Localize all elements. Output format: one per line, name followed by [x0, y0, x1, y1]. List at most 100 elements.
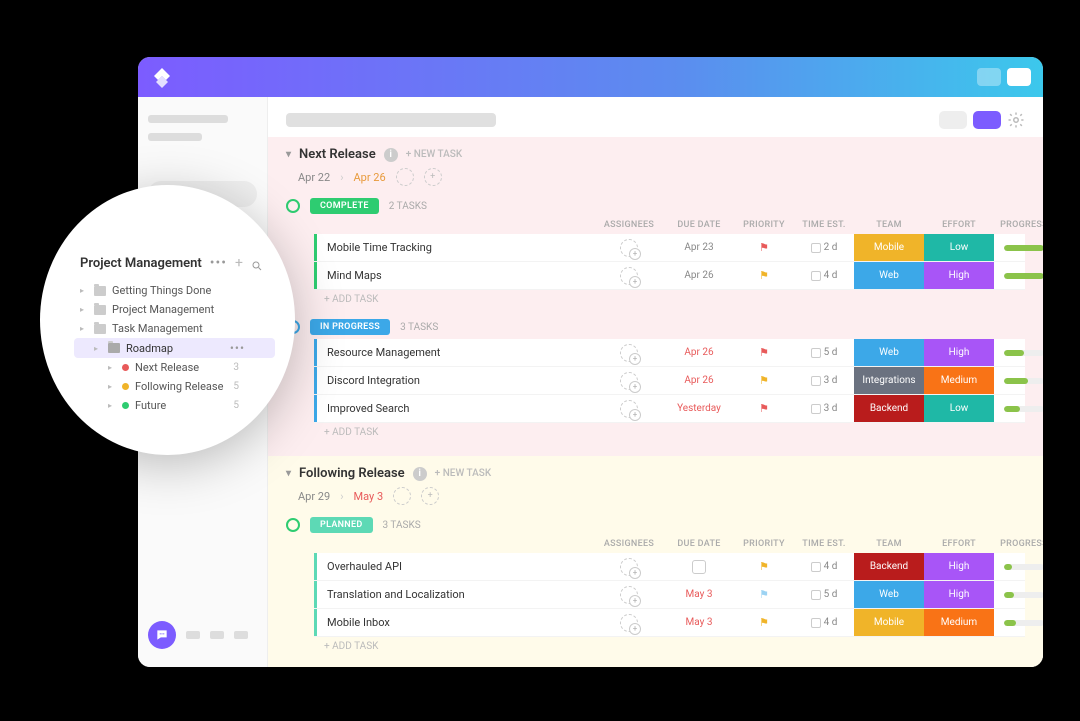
tag-add-icon[interactable]: + [421, 487, 439, 505]
team-tag[interactable]: Web [854, 339, 924, 366]
task-row[interactable]: Discord Integration Apr 26 ⚑ 3 d Integra… [314, 367, 1025, 395]
time-estimate: 5 d [811, 347, 838, 358]
assignee-icon[interactable] [620, 558, 638, 576]
chat-bubble-icon[interactable] [148, 621, 176, 649]
chevron-down-icon[interactable]: ▾ [286, 149, 291, 160]
effort-tag[interactable]: High [924, 553, 994, 580]
window-control[interactable] [977, 68, 1001, 86]
task-count: 3 TASKS [383, 520, 421, 531]
section-next: ▾ Next Release i + NEW TASKApr 22 › Apr … [268, 137, 1043, 456]
effort-tag[interactable]: Low [924, 395, 994, 422]
hourglass-icon [811, 618, 821, 628]
search-icon[interactable] [251, 257, 263, 269]
new-task-button[interactable]: + NEW TASK [435, 468, 491, 479]
status-pill[interactable]: COMPLETE [310, 198, 379, 214]
task-name: Translation and Localization [314, 581, 594, 608]
status-pill[interactable]: IN PROGRESS [310, 319, 390, 335]
task-row[interactable]: Mobile Time Tracking Apr 23 ⚑ 2 d Mobile… [314, 234, 1025, 262]
tree-item[interactable]: ▸Task Management [80, 319, 275, 338]
team-tag[interactable]: Mobile [854, 234, 924, 261]
chevron-right-icon: ▸ [108, 382, 116, 391]
view-toggle-active[interactable] [973, 111, 1001, 129]
priority-flag-icon[interactable]: ⚑ [759, 616, 769, 629]
priority-flag-icon[interactable]: ⚑ [759, 269, 769, 282]
priority-flag-icon[interactable]: ⚑ [759, 402, 769, 415]
time-estimate: 3 d [811, 403, 838, 414]
effort-tag[interactable]: High [924, 581, 994, 608]
add-task-button[interactable]: + ADD TASK [324, 423, 1025, 442]
priority-flag-icon[interactable]: ⚑ [759, 241, 769, 254]
plus-icon[interactable]: + [235, 255, 243, 271]
assignee-icon[interactable] [620, 614, 638, 632]
task-row[interactable]: Mobile Inbox May 3 ⚑ 4 d Mobile Medium [314, 609, 1025, 637]
assignee-icon[interactable] [620, 239, 638, 257]
section-title: Following Release [299, 466, 405, 481]
sidebar-footer-placeholder [186, 631, 200, 639]
more-icon[interactable]: ••• [210, 255, 227, 271]
status-check-icon[interactable] [286, 199, 300, 213]
team-tag[interactable]: Backend [854, 395, 924, 422]
team-tag[interactable]: Web [854, 581, 924, 608]
new-task-button[interactable]: + NEW TASK [406, 149, 462, 160]
chevron-down-icon[interactable]: ▾ [286, 468, 291, 479]
assignee-add-icon[interactable] [396, 168, 414, 186]
task-row[interactable]: Overhauled API ⚑ 4 d Backend High [314, 553, 1025, 581]
tree-item[interactable]: ▸Next Release3 [80, 358, 275, 377]
assignee-add-icon[interactable] [393, 487, 411, 505]
tree-item[interactable]: ▸Getting Things Done [80, 281, 275, 300]
assignee-icon[interactable] [620, 344, 638, 362]
column-headers: ASSIGNEES DUE DATE PRIORITY TIME EST. TE… [268, 537, 1043, 553]
priority-flag-icon[interactable]: ⚑ [759, 560, 769, 573]
tree-item[interactable]: ▸Following Release5 [80, 377, 275, 396]
priority-flag-icon[interactable]: ⚑ [759, 588, 769, 601]
task-row[interactable]: Resource Management Apr 26 ⚑ 5 d Web Hig… [314, 339, 1025, 367]
info-icon[interactable]: i [384, 148, 398, 162]
task-row[interactable]: Mind Maps Apr 26 ⚑ 4 d Web High [314, 262, 1025, 290]
tree-item-label: Next Release [135, 361, 199, 374]
tree-item[interactable]: ▸Project Management [80, 300, 275, 319]
team-tag[interactable]: Mobile [854, 609, 924, 636]
effort-tag[interactable]: Medium [924, 367, 994, 394]
team-tag[interactable]: Backend [854, 553, 924, 580]
team-tag[interactable]: Web [854, 262, 924, 289]
task-due: Apr 23 [684, 242, 713, 253]
tree-item-label: Roadmap [126, 342, 173, 355]
assignee-icon[interactable] [620, 586, 638, 604]
tree-item-active[interactable]: ▸Roadmap••• [74, 338, 275, 358]
more-icon[interactable]: ••• [230, 341, 245, 355]
calendar-icon[interactable] [692, 560, 706, 574]
effort-tag[interactable]: Medium [924, 609, 994, 636]
tag-add-icon[interactable]: + [424, 168, 442, 186]
task-due: Apr 26 [684, 270, 713, 281]
priority-flag-icon[interactable]: ⚑ [759, 346, 769, 359]
status-check-icon[interactable] [286, 518, 300, 532]
priority-flag-icon[interactable]: ⚑ [759, 374, 769, 387]
hourglass-icon [811, 243, 821, 253]
add-task-button[interactable]: + ADD TASK [324, 290, 1025, 309]
folder-icon [94, 324, 106, 334]
col-effort: EFFORT [924, 539, 994, 549]
task-due: May 3 [686, 617, 713, 628]
effort-tag[interactable]: High [924, 262, 994, 289]
view-toggle[interactable] [939, 111, 967, 129]
assignee-icon[interactable] [620, 400, 638, 418]
add-task-button[interactable]: + ADD TASK [324, 637, 1025, 656]
effort-tag[interactable]: Low [924, 234, 994, 261]
col-progress: PROGRESS [994, 539, 1043, 549]
assignee-icon[interactable] [620, 372, 638, 390]
task-row[interactable]: Translation and Localization May 3 ⚑ 5 d… [314, 581, 1025, 609]
status-pill[interactable]: PLANNED [310, 517, 373, 533]
section-date-from: Apr 22 [298, 171, 330, 184]
task-row[interactable]: Improved Search Yesterday ⚑ 3 d Backend … [314, 395, 1025, 423]
assignee-icon[interactable] [620, 267, 638, 285]
task-name: Improved Search [314, 395, 594, 422]
tree-item[interactable]: ▸Future5 [80, 396, 275, 415]
hourglass-icon [811, 271, 821, 281]
team-tag[interactable]: Integrations [854, 367, 924, 394]
task-name: Overhauled API [314, 553, 594, 580]
info-icon[interactable]: i [413, 467, 427, 481]
window-control[interactable] [1007, 68, 1031, 86]
tree-item-label: Future [135, 399, 166, 412]
effort-tag[interactable]: High [924, 339, 994, 366]
gear-icon[interactable] [1007, 111, 1025, 129]
